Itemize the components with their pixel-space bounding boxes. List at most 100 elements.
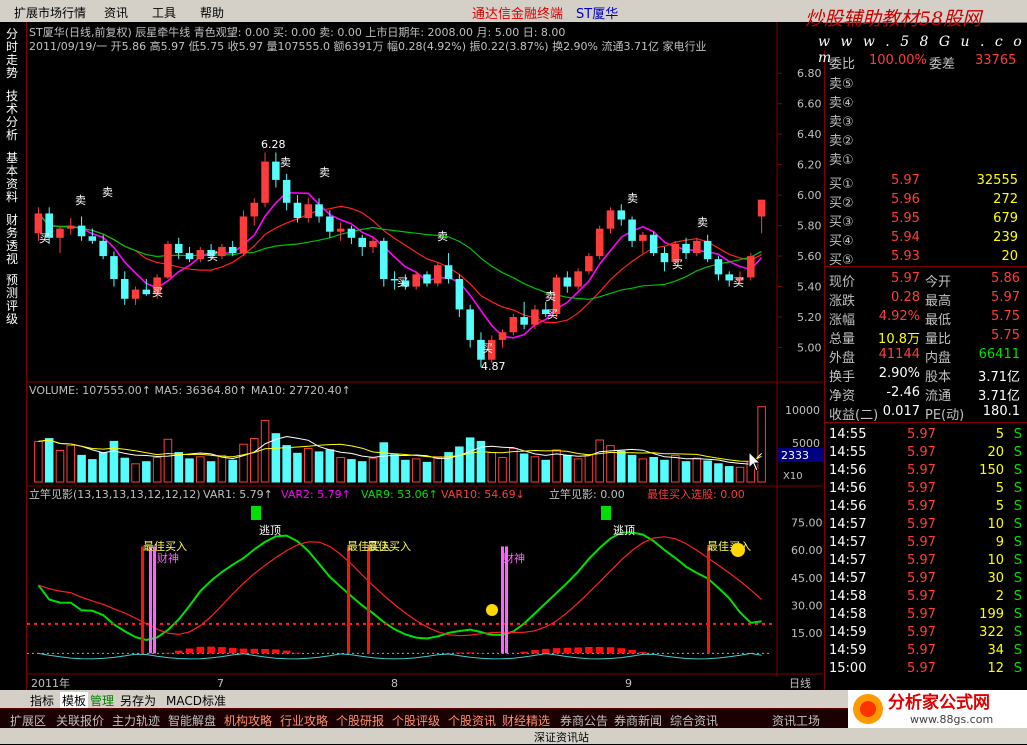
quote-value: 5.97 bbox=[891, 271, 920, 286]
side-tab-technical[interactable]: 技术分析 bbox=[3, 90, 21, 142]
price-tick-label: 5.00 bbox=[797, 342, 822, 355]
volume-bar bbox=[283, 446, 291, 482]
tick-row: 14:565.975S bbox=[825, 480, 1027, 498]
nav-item[interactable]: 主力轨迹 bbox=[112, 712, 160, 729]
tab-template[interactable]: 模板 bbox=[60, 692, 88, 709]
indicator-histogram-bar bbox=[466, 652, 474, 653]
indicator-best-buy: 最佳买入选股: 0.00 bbox=[647, 487, 745, 501]
nav-item[interactable]: 行业攻略 bbox=[280, 712, 328, 729]
nav-item[interactable]: 资讯工场 bbox=[772, 712, 820, 729]
indicator-histogram-bar bbox=[186, 648, 194, 653]
tick-volume: 5 bbox=[996, 427, 1004, 442]
quote-row: 净资-2.46流通3.71亿 bbox=[825, 384, 1027, 402]
nav-item[interactable]: 个股评级 bbox=[392, 712, 440, 729]
escape-top-label: 逃顶 bbox=[613, 524, 635, 537]
menu-item-news[interactable]: 资讯 bbox=[104, 4, 128, 21]
tab-manage[interactable]: 管理 bbox=[90, 692, 114, 709]
tick-price: 5.97 bbox=[907, 463, 936, 478]
nav-item[interactable]: 扩展区 bbox=[10, 712, 46, 729]
tick-row: 14:565.97150S bbox=[825, 462, 1027, 480]
tick-price: 5.97 bbox=[907, 517, 936, 532]
order-sell-label: 卖① bbox=[829, 149, 854, 168]
tick-time: 14:57 bbox=[829, 571, 866, 586]
side-tab-intraday[interactable]: 分时走势 bbox=[3, 28, 21, 80]
side-tab-rating[interactable]: 预测评级 bbox=[3, 274, 21, 326]
nav-item[interactable]: 券商新闻 bbox=[614, 712, 662, 729]
indicator-histogram-bar bbox=[283, 651, 291, 654]
order-buy-volume: 272 bbox=[993, 192, 1018, 207]
price-tick-label: 6.20 bbox=[797, 159, 822, 172]
indicator-histogram-bar bbox=[175, 651, 183, 654]
nav-item[interactable]: 个股资讯 bbox=[448, 712, 496, 729]
volume-bar bbox=[207, 462, 215, 482]
side-tab-basic-info[interactable]: 基本资料 bbox=[3, 152, 21, 204]
tab-macd[interactable]: MACD标准 bbox=[166, 692, 226, 709]
quote-label: 流通 bbox=[925, 385, 951, 404]
tick-volume: 322 bbox=[979, 625, 1004, 640]
tick-side: S bbox=[1014, 589, 1022, 604]
volume-bar bbox=[682, 462, 690, 482]
quote-label: 今开 bbox=[925, 271, 951, 290]
period-label[interactable]: 日线 bbox=[789, 676, 811, 690]
tick-price: 5.97 bbox=[907, 427, 936, 442]
volume-bar bbox=[402, 460, 410, 482]
buy-marker: 买 bbox=[733, 276, 744, 289]
volume-bar bbox=[294, 453, 302, 482]
indicator-histogram-bar bbox=[197, 647, 205, 654]
order-sell-row: 卖④ bbox=[825, 91, 1027, 109]
tick-side: S bbox=[1014, 427, 1022, 442]
nav-item[interactable]: 综合资讯 bbox=[670, 712, 718, 729]
quote-label: 总量 bbox=[829, 328, 855, 347]
volume-bar bbox=[423, 462, 431, 482]
signal-bar bbox=[153, 546, 156, 653]
time-axis-month-7: 7 bbox=[217, 677, 224, 690]
volume-bar bbox=[186, 459, 194, 482]
candle bbox=[164, 241, 172, 279]
price-tick-label: 5.60 bbox=[797, 250, 822, 263]
nav-item[interactable]: 券商公告 bbox=[560, 712, 608, 729]
volume-bar bbox=[391, 455, 399, 482]
nav-item[interactable]: 个股研报 bbox=[336, 712, 384, 729]
volume-header: VOLUME: 107555.00↑ MA5: 36364.80↑ MA10: … bbox=[29, 384, 351, 397]
escape-top-marker bbox=[601, 506, 611, 520]
main-chart[interactable]: ST厦华(日线,前复权) 辰星牵牛线 青色观望: 0.00 买: 0.00 卖:… bbox=[27, 22, 823, 690]
tick-time: 14:56 bbox=[829, 463, 866, 478]
escape-top-marker bbox=[251, 506, 261, 520]
nav-item[interactable]: 智能解盘 bbox=[168, 712, 216, 729]
menu-item-tools[interactable]: 工具 bbox=[152, 4, 176, 21]
tab-indicator[interactable]: 指标 bbox=[30, 692, 54, 709]
menu-item-help[interactable]: 帮助 bbox=[200, 4, 224, 21]
tick-price: 5.97 bbox=[907, 607, 936, 622]
tick-side: S bbox=[1014, 445, 1022, 460]
side-tabs: 分时走势 技术分析 基本资料 财务透视 预测评级 bbox=[0, 22, 27, 690]
candle bbox=[585, 253, 593, 274]
tick-row: 14:555.975S bbox=[825, 426, 1027, 444]
quote-value: 5.97 bbox=[991, 290, 1020, 305]
order-sell-row: 卖② bbox=[825, 129, 1027, 147]
tick-volume: 5 bbox=[996, 499, 1004, 514]
tick-price: 5.97 bbox=[907, 589, 936, 604]
nav-item[interactable]: 关联报价 bbox=[56, 712, 104, 729]
tick-volume: 5 bbox=[996, 481, 1004, 496]
nav-item[interactable]: 机构攻略 bbox=[224, 712, 272, 729]
quote-value: 41144 bbox=[879, 347, 920, 362]
volume-bar bbox=[143, 462, 151, 482]
order-buy-row: 买①5.9732555 bbox=[825, 172, 1027, 190]
nav-item[interactable]: 财经精选 bbox=[502, 712, 550, 729]
menu-item-market[interactable]: 扩展市场行情 bbox=[14, 4, 86, 21]
order-buy-price: 5.93 bbox=[891, 249, 920, 264]
order-buy-volume: 679 bbox=[993, 211, 1018, 226]
indicator-var2: VAR2: 5.79↑ bbox=[281, 488, 351, 501]
side-tab-finance[interactable]: 财务透视 bbox=[3, 214, 21, 266]
tick-price: 5.97 bbox=[907, 661, 936, 676]
order-buy-volume: 32555 bbox=[977, 173, 1018, 188]
tick-price: 5.97 bbox=[907, 481, 936, 496]
quote-label: 涨跌 bbox=[829, 290, 855, 309]
site-logo: 分析家公式网 www.88gs.com bbox=[848, 690, 1027, 728]
tab-save-as[interactable]: 另存为 bbox=[120, 692, 156, 709]
quote-value: 0.017 bbox=[883, 404, 920, 419]
tick-time: 14:59 bbox=[829, 625, 866, 640]
indicator-tick-label: 45.00 bbox=[791, 572, 823, 585]
tick-row: 14:585.97199S bbox=[825, 606, 1027, 624]
quote-value: 180.1 bbox=[983, 404, 1020, 419]
